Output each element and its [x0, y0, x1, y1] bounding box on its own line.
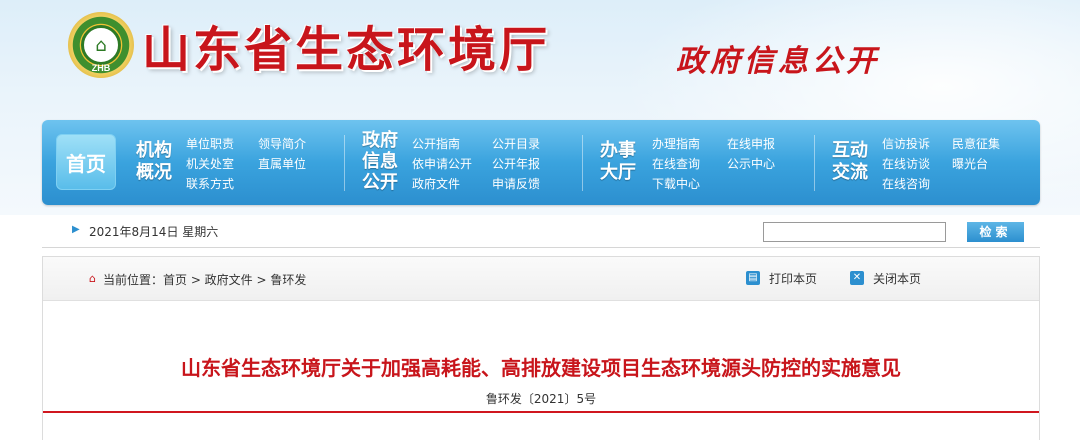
nav-link-online-query[interactable]: 在线查询 — [652, 155, 700, 173]
nav-group-title-line: 公开 — [362, 172, 398, 193]
nav-divider — [814, 135, 815, 191]
main-nav: 首页 机构 概况 单位职责 领导简介 机关处室 直属单位 联系方式 政府 信息 … — [42, 120, 1040, 205]
nav-group-title-line: 机构 — [136, 140, 172, 161]
nav-divider — [582, 135, 583, 191]
nav-home-button[interactable]: 首页 — [56, 134, 116, 190]
nav-group-title-line: 政府 — [362, 130, 398, 151]
nav-group-title-line: 信息 — [362, 151, 398, 172]
nav-link-public-notice[interactable]: 公示中心 — [727, 155, 775, 173]
nav-link-exposure[interactable]: 曝光台 — [952, 155, 988, 173]
print-icon: ▤ — [746, 271, 760, 285]
nav-group-title-line: 办事 — [600, 140, 636, 161]
nav-group-org-title[interactable]: 机构 概况 — [134, 140, 174, 184]
document-number: 鲁环发〔2021〕5号 — [485, 392, 597, 406]
nav-link-departments[interactable]: 机关处室 — [186, 155, 234, 173]
nav-link-affiliates[interactable]: 直属单位 — [258, 155, 306, 173]
document-title: 山东省生态环境厅关于加强高耗能、高排放建设项目生态环境源头防控的实施意见 — [181, 356, 901, 380]
agency-logo[interactable]: ⌂ ZHB — [68, 12, 134, 78]
print-label: 打印本页 — [769, 271, 818, 286]
close-label: 关闭本页 — [873, 271, 922, 286]
nav-link-consult[interactable]: 在线咨询 — [882, 175, 930, 193]
nav-link-downloads[interactable]: 下载中心 — [652, 175, 700, 193]
nav-link-duties[interactable]: 单位职责 — [186, 135, 234, 153]
nav-divider — [344, 135, 345, 191]
current-date: 2021年8月14日 星期六 — [89, 225, 219, 239]
nav-group-info-title[interactable]: 政府 信息 公开 — [360, 130, 400, 193]
nav-link-catalog[interactable]: 公开目录 — [492, 135, 540, 153]
nav-link-annual-report[interactable]: 公开年报 — [492, 155, 540, 173]
breadcrumb[interactable]: 当前位置：首页 > 政府文件 > 鲁环发 — [103, 271, 306, 288]
breadcrumb-bar: ⌂ 当前位置：首页 > 政府文件 > 鲁环发 ▤ 打印本页 ✕ 关闭本页 — [43, 257, 1039, 301]
nav-link-guide[interactable]: 公开指南 — [412, 135, 460, 153]
globe-icon: ⌂ — [81, 25, 121, 65]
nav-group-title-line: 互动 — [832, 140, 868, 161]
nav-group-title-line: 概况 — [136, 162, 172, 183]
nav-group-interact-title[interactable]: 互动 交流 — [830, 140, 870, 184]
nav-link-online-apply[interactable]: 在线申报 — [727, 135, 775, 153]
search-button[interactable]: 检索 — [967, 222, 1024, 242]
home-icon: ⌂ — [89, 272, 96, 285]
section-title: 政府信息公开 — [676, 44, 880, 79]
close-page-button[interactable]: ✕ 关闭本页 — [850, 270, 921, 286]
print-page-button[interactable]: ▤ 打印本页 — [746, 270, 817, 286]
nav-group-title-line: 大厅 — [600, 162, 636, 183]
nav-link-gov-docs[interactable]: 政府文件 — [412, 175, 460, 193]
close-icon: ✕ — [850, 271, 864, 285]
nav-link-leaders[interactable]: 领导简介 — [258, 135, 306, 153]
title-divider — [43, 411, 1039, 413]
logo-text: ZHB — [91, 63, 111, 73]
nav-link-handling-guide[interactable]: 办理指南 — [652, 135, 700, 153]
header-banner: ⌂ ZHB 山东省生态环境厅 政府信息公开 首页 机构 概况 单位职责 领导简介… — [0, 0, 1080, 215]
triangle-right-icon: ▶ — [72, 224, 80, 235]
nav-link-feedback[interactable]: 申请反馈 — [492, 175, 540, 193]
nav-link-contact[interactable]: 联系方式 — [186, 175, 234, 193]
nav-link-request[interactable]: 依申请公开 — [412, 155, 472, 173]
nav-group-title-line: 交流 — [832, 162, 868, 183]
search-input[interactable] — [763, 222, 946, 242]
nav-group-service-title[interactable]: 办事 大厅 — [598, 140, 638, 184]
nav-link-complaint[interactable]: 信访投诉 — [882, 135, 930, 153]
article-panel: ⌂ 当前位置：首页 > 政府文件 > 鲁环发 ▤ 打印本页 ✕ 关闭本页 山东省… — [42, 256, 1040, 440]
nav-link-interview[interactable]: 在线访谈 — [882, 155, 930, 173]
nav-link-opinion[interactable]: 民意征集 — [952, 135, 1000, 153]
site-title[interactable]: 山东省生态环境厅 — [142, 10, 550, 80]
date-search-bar: ▶ 2021年8月14日 星期六 检索 — [42, 214, 1040, 248]
